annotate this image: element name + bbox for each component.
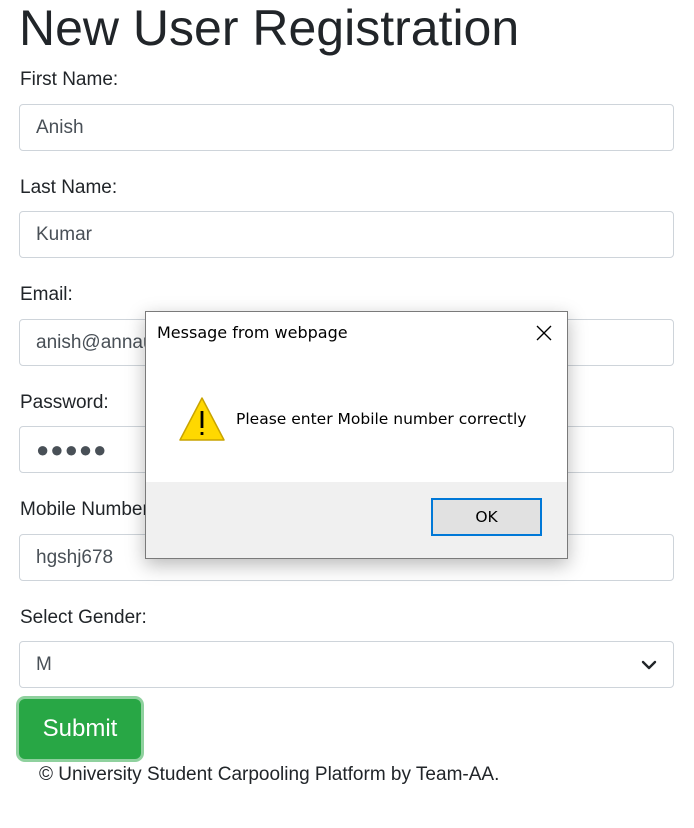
password-label: Password: [20, 392, 109, 413]
mobile-number-label: Mobile Number: [20, 499, 155, 520]
dialog-title: Message from webpage [157, 323, 348, 342]
ok-button[interactable]: OK [431, 498, 542, 536]
dialog-footer: OK [146, 482, 567, 558]
registration-page: New User Registration First Name: Last N… [0, 0, 694, 828]
footer-copyright: © University Student Carpooling Platform… [39, 764, 500, 785]
alert-dialog: Message from webpage Please enter Mobile… [145, 311, 568, 559]
dialog-message: Please enter Mobile number correctly [236, 410, 527, 428]
warning-icon [178, 396, 226, 447]
first-name-label: First Name: [20, 69, 119, 90]
gender-select[interactable]: M [19, 641, 674, 688]
email-label: Email: [20, 284, 73, 305]
last-name-input[interactable] [19, 211, 674, 258]
close-icon[interactable] [535, 324, 553, 342]
last-name-label: Last Name: [20, 177, 118, 198]
first-name-input[interactable] [19, 104, 674, 151]
gender-label: Select Gender: [20, 607, 147, 628]
chevron-down-icon [641, 659, 657, 671]
page-title: New User Registration [19, 0, 520, 56]
submit-button[interactable]: Submit [19, 699, 141, 759]
gender-selected-value: M [36, 653, 52, 675]
